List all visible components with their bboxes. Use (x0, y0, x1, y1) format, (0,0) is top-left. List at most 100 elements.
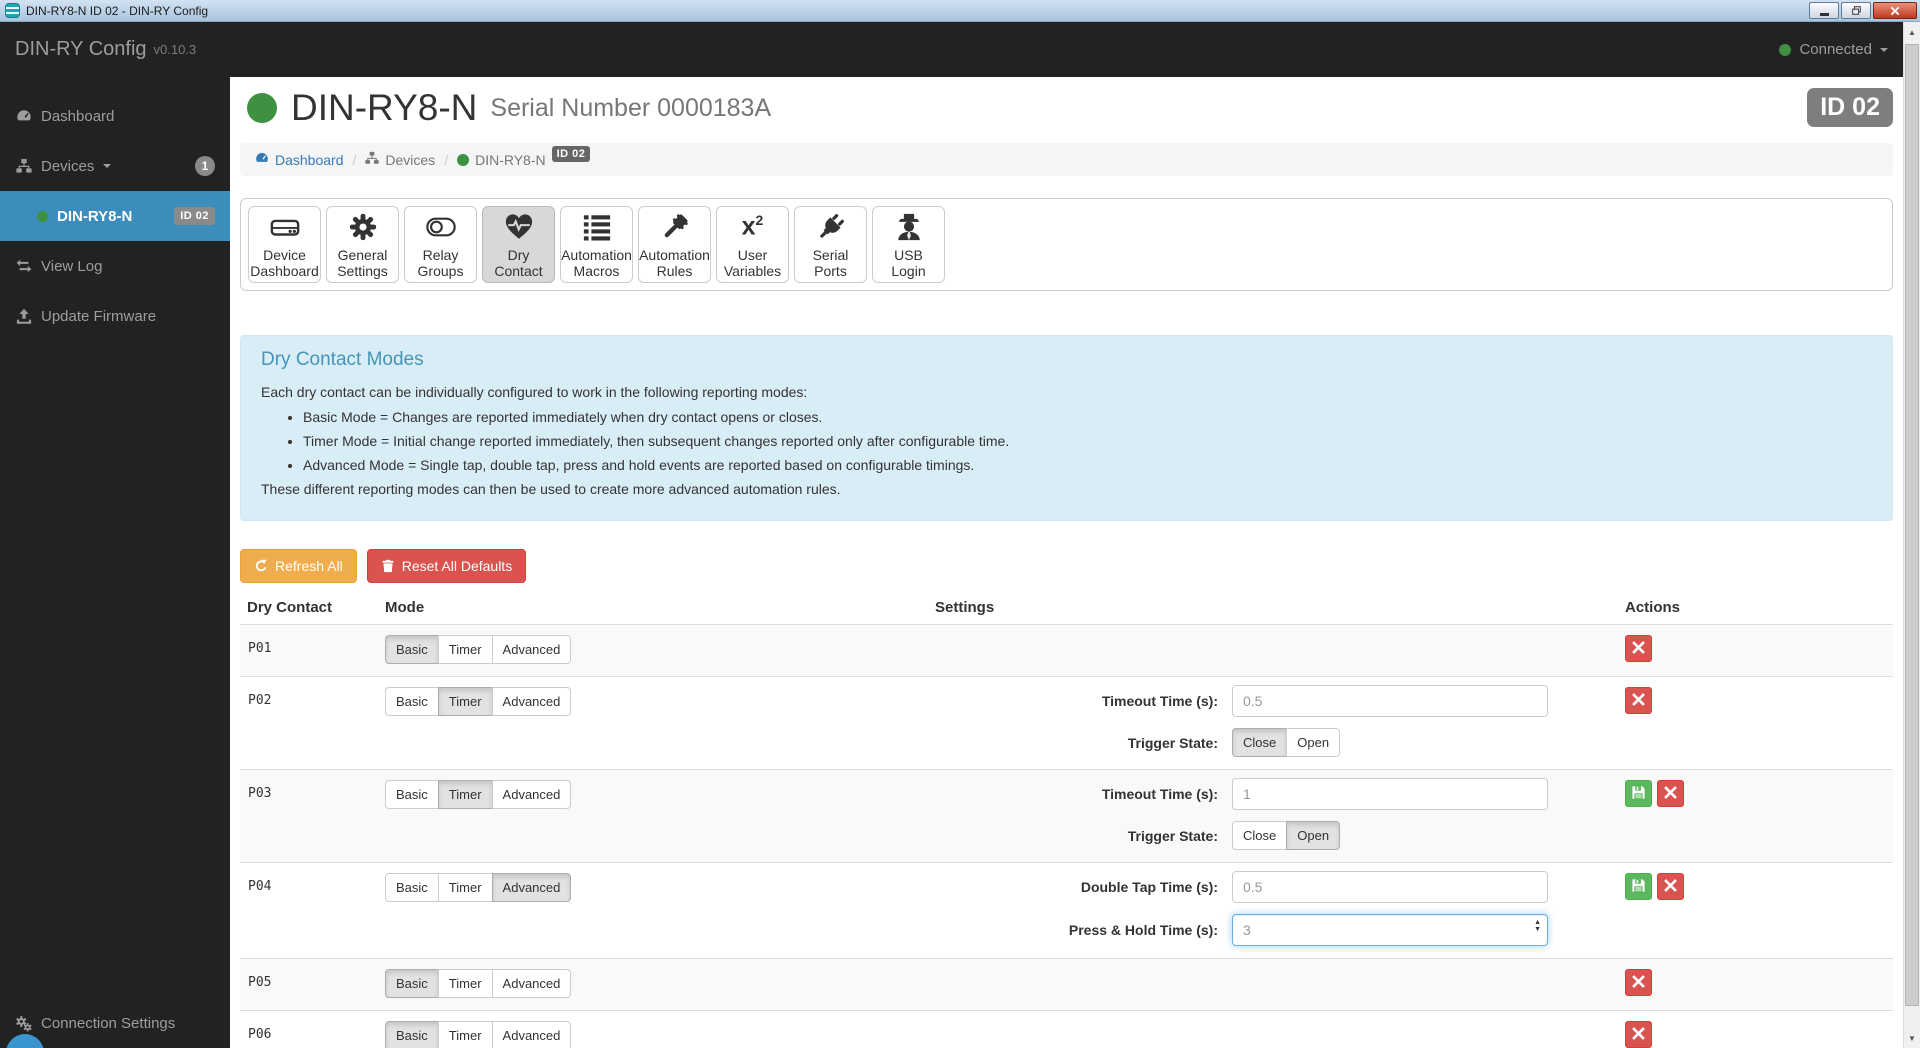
delete-button[interactable] (1657, 780, 1684, 807)
mode-basic-button[interactable]: Basic (385, 969, 439, 998)
sidebar-item-view-log[interactable]: View Log (0, 241, 230, 291)
info-bullet: Advanced Mode = Single tap, double tap, … (303, 457, 1872, 473)
trigger-state-open-button[interactable]: Open (1286, 728, 1341, 757)
number-spinner-arrows[interactable]: ▲ ▼ (1534, 919, 1541, 933)
tab-relay-groups[interactable]: Relay Groups (404, 206, 477, 283)
x-delete-icon (1631, 974, 1646, 992)
breadcrumb-dashboard[interactable]: Dashboard (255, 151, 344, 168)
tab-automation-macros[interactable]: Automation Macros (560, 206, 633, 283)
toolbar: Refresh All Reset All Defaults (240, 549, 1893, 583)
mode-basic-button[interactable]: Basic (385, 687, 439, 716)
tab-label: General Settings (337, 246, 388, 279)
info-panel-footer: These different reporting modes can then… (261, 481, 841, 497)
sidebar-item-connection-settings[interactable]: Connection Settings (15, 1015, 175, 1032)
trigger-state-open-button[interactable]: Open (1286, 821, 1341, 850)
device-count-badge: 1 (195, 156, 215, 176)
table-header-row: Dry Contact Mode Settings Actions (240, 593, 1893, 625)
chevron-down-icon (1880, 47, 1888, 56)
info-panel-title: Dry Contact Modes (261, 349, 424, 370)
delete-button[interactable] (1625, 1021, 1652, 1048)
sidebar-item-devices[interactable]: Devices 1 (0, 141, 230, 191)
trigger-state-close-button[interactable]: Close (1232, 728, 1288, 757)
gear-icon (348, 211, 378, 243)
breadcrumb-separator: / (444, 151, 449, 168)
double-tap-time-s-input[interactable] (1232, 871, 1548, 903)
mode-basic-button[interactable]: Basic (385, 780, 439, 809)
mode-advanced-button[interactable]: Advanced (491, 635, 572, 664)
reset-all-defaults-button[interactable]: Reset All Defaults (366, 549, 527, 583)
delete-button[interactable] (1625, 635, 1652, 662)
tab-dry-contact[interactable]: Dry Contact (482, 206, 555, 283)
hdd-icon (270, 211, 300, 243)
sidebar-item-dashboard[interactable]: Dashboard (0, 91, 230, 141)
table-body: P01 Basic Timer Advanced P02 Basic Timer Advanc… (240, 625, 1893, 1048)
sidebar-item-update-firmware[interactable]: Update Firmware (0, 291, 230, 341)
trigger-state-close-button[interactable]: Close (1232, 821, 1288, 850)
dry-contact-label: P04 (248, 879, 272, 894)
setting-row: Press & Hold Time (s): ▲▼ (1069, 914, 1548, 946)
timeout-time-s-input[interactable] (1232, 685, 1548, 717)
top-navbar: DIN-RY Config v0.10.3 Connected (0, 22, 1903, 77)
app-brand: DIN-RY Config (15, 38, 147, 60)
setting-row: Trigger State: Close Open (1128, 728, 1548, 757)
timeout-time-s-input[interactable] (1232, 778, 1548, 810)
info-bullet: Basic Mode = Changes are reported immedi… (303, 409, 1872, 425)
setting-row: Trigger State: Close Open (1128, 821, 1548, 850)
mode-basic-button[interactable]: Basic (385, 635, 439, 664)
window-restore-button[interactable] (1841, 2, 1871, 19)
mode-advanced-button[interactable]: Advanced (491, 1021, 572, 1048)
serial-number: Serial Number 0000183A (490, 93, 772, 122)
connection-status-dropdown[interactable]: Connected (1779, 41, 1888, 58)
mode-timer-button[interactable]: Timer (437, 780, 493, 809)
mode-timer-button[interactable]: Timer (437, 635, 493, 664)
gavel-icon (660, 211, 690, 243)
sidebar: Dashboard Devices 1 DIN-RY8-N ID 02 View… (0, 77, 230, 1048)
info-panel-bullets: Basic Mode = Changes are reported immedi… (261, 409, 1872, 473)
mode-timer-button[interactable]: Timer (437, 687, 493, 716)
breadcrumb-devices[interactable]: Devices (365, 151, 435, 168)
mode-timer-button[interactable]: Timer (437, 1021, 493, 1048)
tab-label: Relay Groups (417, 246, 464, 279)
connected-dot (1779, 43, 1792, 56)
mode-basic-button[interactable]: Basic (385, 1021, 439, 1048)
tab-automation-rules[interactable]: Automation Rules (638, 206, 711, 283)
device-id-badge-large: ID 02 (1807, 88, 1893, 127)
x-delete-icon (1663, 785, 1678, 803)
press-hold-time-s-input[interactable] (1232, 914, 1548, 946)
delete-button[interactable] (1625, 969, 1652, 996)
window-close-button[interactable] (1873, 2, 1917, 19)
save-button[interactable] (1625, 873, 1652, 900)
sidebar-item-din-ry8-n[interactable]: DIN-RY8-N ID 02 (0, 191, 230, 241)
dry-contact-label: P01 (248, 641, 272, 656)
mode-basic-button[interactable]: Basic (385, 873, 439, 902)
tab-bar: Device Dashboard General Settings Relay Group… (240, 198, 1893, 291)
scroll-up-arrow[interactable]: ▲ (1904, 22, 1920, 42)
mode-advanced-button[interactable]: Advanced (491, 780, 572, 809)
mode-timer-button[interactable]: Timer (437, 969, 493, 998)
heartbeat-icon (504, 211, 534, 243)
floppy-save-icon (1631, 785, 1646, 803)
scroll-down-arrow[interactable]: ▼ (1904, 1028, 1920, 1048)
tab-general-settings[interactable]: General Settings (326, 206, 399, 283)
scrollbar-thumb[interactable] (1905, 44, 1919, 1006)
app-icon (5, 3, 20, 18)
x-delete-icon (1631, 640, 1646, 658)
tab-device-dashboard[interactable]: Device Dashboard (248, 206, 321, 283)
plug-icon (816, 211, 846, 243)
vertical-scrollbar[interactable]: ▲ ▼ (1903, 22, 1920, 1048)
window-minimize-button[interactable] (1809, 2, 1839, 19)
tab-serial-ports[interactable]: Serial Ports (794, 206, 867, 283)
restore-icon (1851, 6, 1861, 15)
os-titlebar: DIN-RY8-N ID 02 - DIN-RY Config (0, 0, 1920, 22)
refresh-all-button[interactable]: Refresh All (240, 549, 357, 583)
mode-advanced-button[interactable]: Advanced (491, 969, 572, 998)
chevron-down-icon (103, 164, 112, 172)
mode-advanced-button[interactable]: Advanced (491, 873, 572, 902)
tab-usb-login[interactable]: USB Login (872, 206, 945, 283)
delete-button[interactable] (1657, 873, 1684, 900)
tab-user-variables[interactable]: x2 User Variables (716, 206, 789, 283)
delete-button[interactable] (1625, 687, 1652, 714)
mode-advanced-button[interactable]: Advanced (491, 687, 572, 716)
mode-timer-button[interactable]: Timer (437, 873, 493, 902)
save-button[interactable] (1625, 780, 1652, 807)
